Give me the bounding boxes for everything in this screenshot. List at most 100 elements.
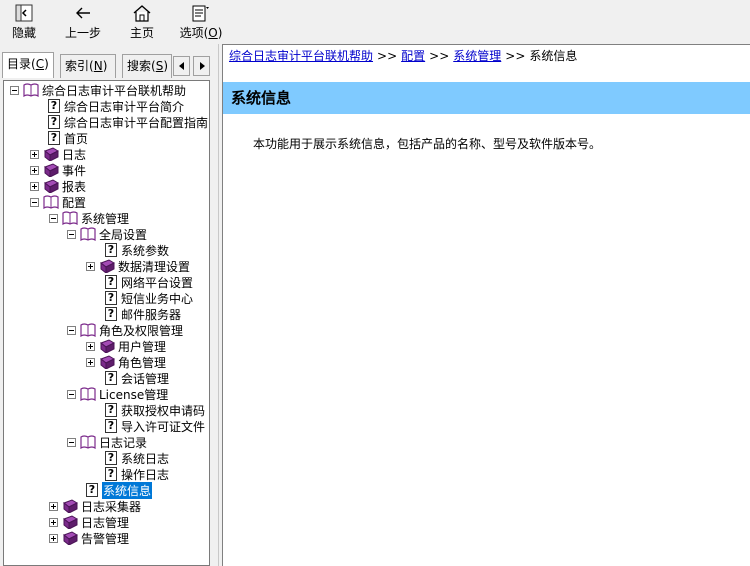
tree-item-session-mgmt[interactable]: ? 会话管理 (105, 370, 169, 386)
options-button[interactable]: 选项(O) (178, 0, 224, 41)
closed-book-icon (44, 179, 59, 193)
page-title-bar: 系统信息 (223, 82, 750, 114)
tree-item-user-mgmt[interactable]: 用户管理 (86, 338, 166, 354)
tree-item-config[interactable]: 配置 (30, 194, 86, 210)
tree-item-event[interactable]: 事件 (30, 162, 86, 178)
expand-icon[interactable] (49, 533, 58, 543)
tree-item-alarm-mgmt[interactable]: 告警管理 (49, 530, 129, 546)
closed-book-icon (100, 355, 115, 369)
closed-book-icon (44, 163, 59, 177)
options-label: 选项 (179, 26, 204, 40)
help-page-icon: ? (48, 99, 60, 113)
toolbar: 隐藏 上一步 主页 选项(O) (0, 0, 750, 44)
tree-item-log-records[interactable]: 日志记录 (67, 434, 147, 450)
open-book-icon (62, 211, 78, 225)
contents-tree: 综合日志审计平台联机帮助 ? 综合日志审计平台简介 ? 综合日志审计平台配置指南 ?… (3, 80, 210, 566)
closed-book-icon (100, 259, 115, 273)
closed-book-icon (63, 531, 78, 545)
expand-icon[interactable] (30, 149, 39, 159)
nav-tabs: 目录(C) 索引(N) 搜索(S) (0, 52, 218, 80)
expand-icon[interactable] (86, 261, 95, 271)
expand-icon[interactable] (30, 181, 39, 191)
help-page-icon: ? (105, 371, 117, 385)
content-pane: 综合日志审计平台联机帮助 >> 配置 >> 系统管理 >> 系统信息 系统信息 本功能用于展… (222, 44, 750, 566)
tab-contents[interactable]: 目录(C) (2, 52, 54, 78)
help-page-icon: ? (105, 307, 117, 321)
navigation-pane: 目录(C) 索引(N) 搜索(S) 综合日志审计平台联机帮助 ? 综合日志审计平台… (0, 44, 218, 566)
expand-icon[interactable] (30, 165, 39, 175)
tree-item-mail-server[interactable]: ? 邮件服务器 (105, 306, 181, 322)
tree-item-root[interactable]: 综合日志审计平台联机帮助 (10, 82, 186, 98)
tab-scroll-right-button[interactable] (193, 56, 210, 76)
tree-item-sys-params[interactable]: ? 系统参数 (105, 242, 169, 258)
hide-icon (12, 3, 36, 23)
collapse-icon[interactable] (67, 389, 76, 399)
tree-item-get-license[interactable]: ? 获取授权申请码 (105, 402, 205, 418)
hide-button[interactable]: 隐藏 (6, 0, 42, 41)
tab-scroll-left-button[interactable] (173, 56, 190, 76)
tree-item-roles-perms[interactable]: 角色及权限管理 (67, 322, 183, 338)
tree-item-operation-log[interactable]: ? 操作日志 (105, 466, 169, 482)
closed-book-icon (44, 147, 59, 161)
open-book-icon (80, 435, 96, 449)
tab-search[interactable]: 搜索(S) (122, 54, 172, 78)
tree-item-sys-mgmt[interactable]: 系统管理 (49, 210, 129, 226)
breadcrumb-separator: >> (429, 49, 450, 63)
expand-icon[interactable] (86, 357, 95, 367)
breadcrumb-separator: >> (377, 49, 398, 63)
help-page-icon: ? (105, 419, 117, 433)
collapse-icon[interactable] (10, 85, 19, 95)
open-book-icon (80, 323, 96, 337)
tree-item-system-info[interactable]: ? 系统信息 (86, 481, 153, 499)
tree-item-data-cleanup[interactable]: 数据清理设置 (86, 258, 190, 274)
page-title: 系统信息 (231, 89, 292, 107)
breadcrumb-link-config[interactable]: 配置 (401, 49, 425, 63)
collapse-icon[interactable] (67, 325, 76, 335)
tree-item-license-mgmt[interactable]: License管理 (67, 386, 168, 402)
tree-item-import-license[interactable]: ? 导入许可证文件 (105, 418, 205, 434)
collapse-icon[interactable] (67, 437, 76, 447)
help-page-icon: ? (105, 243, 117, 257)
expand-icon[interactable] (49, 517, 58, 527)
collapse-icon[interactable] (30, 197, 39, 207)
help-page-icon: ? (105, 291, 117, 305)
tree-item-home[interactable]: ? 首页 (48, 130, 88, 146)
arrow-left-icon (178, 62, 184, 70)
open-book-icon (80, 227, 96, 241)
tree-item-system-log[interactable]: ? 系统日志 (105, 450, 169, 466)
help-page-icon: ? (105, 467, 117, 481)
expand-icon[interactable] (49, 501, 58, 511)
help-page-icon: ? (105, 275, 117, 289)
closed-book-icon (63, 515, 78, 529)
breadcrumb-separator: >> (505, 49, 526, 63)
breadcrumb-link-root[interactable]: 综合日志审计平台联机帮助 (229, 49, 373, 63)
tree-item-log[interactable]: 日志 (30, 146, 86, 162)
open-book-icon (23, 83, 39, 97)
tree-item-log-mgmt[interactable]: 日志管理 (49, 514, 129, 530)
home-icon (130, 3, 154, 23)
tree-item-role-mgmt[interactable]: 角色管理 (86, 354, 166, 370)
tree-item-network-platform[interactable]: ? 网络平台设置 (105, 274, 193, 290)
tree-item-config-guide[interactable]: ? 综合日志审计平台配置指南 (48, 114, 208, 130)
help-page-icon: ? (105, 403, 117, 417)
expand-icon[interactable] (86, 341, 95, 351)
breadcrumb: 综合日志审计平台联机帮助 >> 配置 >> 系统管理 >> 系统信息 (229, 47, 577, 64)
tree-item-intro[interactable]: ? 综合日志审计平台简介 (48, 98, 184, 114)
help-page-icon: ? (48, 115, 60, 129)
closed-book-icon (100, 339, 115, 353)
tree-item-global-settings[interactable]: 全局设置 (67, 226, 147, 242)
open-book-icon (80, 387, 96, 401)
back-button[interactable]: 上一步 (62, 0, 104, 41)
tree-item-sms-center[interactable]: ? 短信业务中心 (105, 290, 193, 306)
back-arrow-icon (71, 3, 95, 23)
arrow-right-icon (199, 62, 205, 70)
breadcrumb-link-sys-mgmt[interactable]: 系统管理 (453, 49, 501, 63)
home-button[interactable]: 主页 (126, 0, 158, 41)
tree-item-report[interactable]: 报表 (30, 178, 86, 194)
open-book-icon (43, 195, 59, 209)
tree-item-log-collector[interactable]: 日志采集器 (49, 498, 141, 514)
page-description: 本功能用于展示系统信息，包括产品的名称、型号及软件版本号。 (253, 137, 602, 151)
collapse-icon[interactable] (49, 213, 58, 223)
collapse-icon[interactable] (67, 229, 76, 239)
tab-index[interactable]: 索引(N) (60, 54, 116, 78)
